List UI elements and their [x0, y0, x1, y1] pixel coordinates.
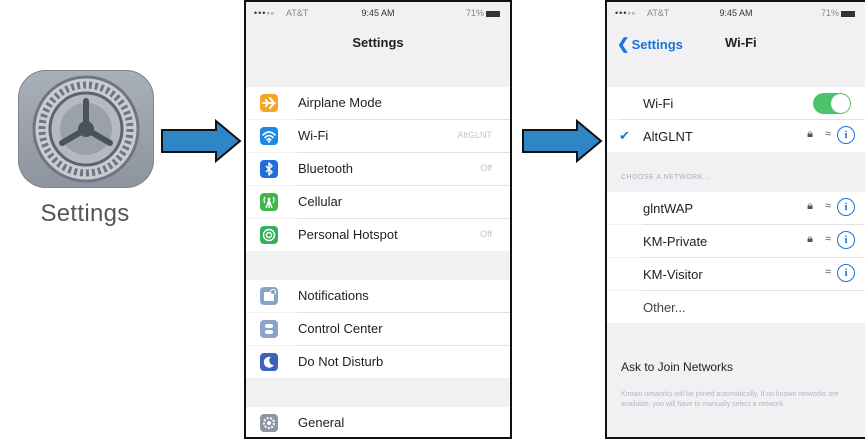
network-row-other[interactable]: Other... — [607, 291, 865, 323]
settings-row-bluetooth[interactable]: Bluetooth Off — [246, 153, 510, 185]
wifi-toggle-row: Wi-Fi — [607, 87, 865, 119]
wifi-signal-icon: ≈ — [824, 200, 831, 212]
page-title: Wi-Fi — [725, 35, 757, 50]
lock-icon: 🔒︎ — [807, 233, 813, 245]
network-row[interactable]: KM-Private 🔒︎ ≈ i — [607, 225, 865, 257]
wifi-screen: •••◦◦ AT&T 9:45 AM 71% ❮ Settings Wi-Fi W… — [605, 0, 865, 439]
settings-row-control-center[interactable]: Control Center — [246, 313, 510, 345]
settings-row-general[interactable]: General — [246, 407, 510, 437]
back-button[interactable]: ❮ Settings — [617, 35, 683, 53]
airplane-icon — [260, 94, 278, 112]
network-row[interactable]: KM-Visitor ≈ i — [607, 258, 865, 290]
settings-app-icon[interactable] — [18, 70, 154, 188]
info-icon[interactable]: i — [837, 231, 855, 249]
settings-row-airplane-mode[interactable]: Airplane Mode — [246, 87, 510, 119]
control-center-icon — [260, 320, 278, 338]
status-bar: •••◦◦ AT&T 9:45 AM 71% — [246, 6, 510, 20]
settings-screen: •••◦◦ AT&T 9:45 AM 71% Settings Airplane… — [244, 0, 512, 439]
settings-gear-icon — [32, 75, 140, 183]
section-header: CHOOSE A NETWORK... — [621, 174, 711, 181]
info-icon[interactable]: i — [837, 264, 855, 282]
settings-row-do-not-disturb[interactable]: Do Not Disturb — [246, 346, 510, 378]
settings-row-notifications[interactable]: Notifications — [246, 280, 510, 312]
settings-app-label: Settings — [40, 200, 130, 227]
chevron-left-icon: ❮ — [617, 36, 630, 53]
wifi-toggle[interactable] — [813, 93, 851, 114]
wifi-icon — [260, 127, 278, 145]
arrow-right-icon — [161, 119, 242, 163]
settings-row-cellular[interactable]: Cellular — [246, 186, 510, 218]
notifications-icon — [260, 287, 278, 305]
network-row[interactable]: glntWAP 🔒︎ ≈ i — [607, 192, 865, 224]
connected-network-row[interactable]: ✔ AltGLNT 🔒︎ ≈ i — [607, 120, 865, 152]
wifi-signal-icon: ≈ — [824, 266, 831, 278]
wifi-signal-icon: ≈ — [824, 128, 831, 140]
settings-row-personal-hotspot[interactable]: Personal Hotspot Off — [246, 219, 510, 251]
lock-icon: 🔒︎ — [807, 128, 813, 140]
moon-icon — [260, 353, 278, 371]
wifi-signal-icon: ≈ — [824, 233, 831, 245]
general-gear-icon — [260, 414, 278, 432]
arrow-right-icon — [522, 119, 603, 163]
settings-row-wifi[interactable]: Wi-Fi AltGLNT — [246, 120, 510, 152]
bluetooth-icon — [260, 160, 278, 178]
info-icon[interactable]: i — [837, 198, 855, 216]
page-title: Settings — [352, 35, 404, 50]
info-icon[interactable]: i — [837, 126, 855, 144]
status-bar: •••◦◦ AT&T 9:45 AM 71% — [607, 6, 865, 20]
cellular-icon — [260, 193, 278, 211]
lock-icon: 🔒︎ — [807, 200, 813, 212]
checkmark-icon: ✔ — [619, 128, 630, 143]
ask-to-join-label: Ask to Join Networks — [621, 360, 734, 374]
hotspot-icon — [260, 226, 278, 244]
ask-to-join-footer: Known networks will be joined automatica… — [621, 391, 839, 408]
